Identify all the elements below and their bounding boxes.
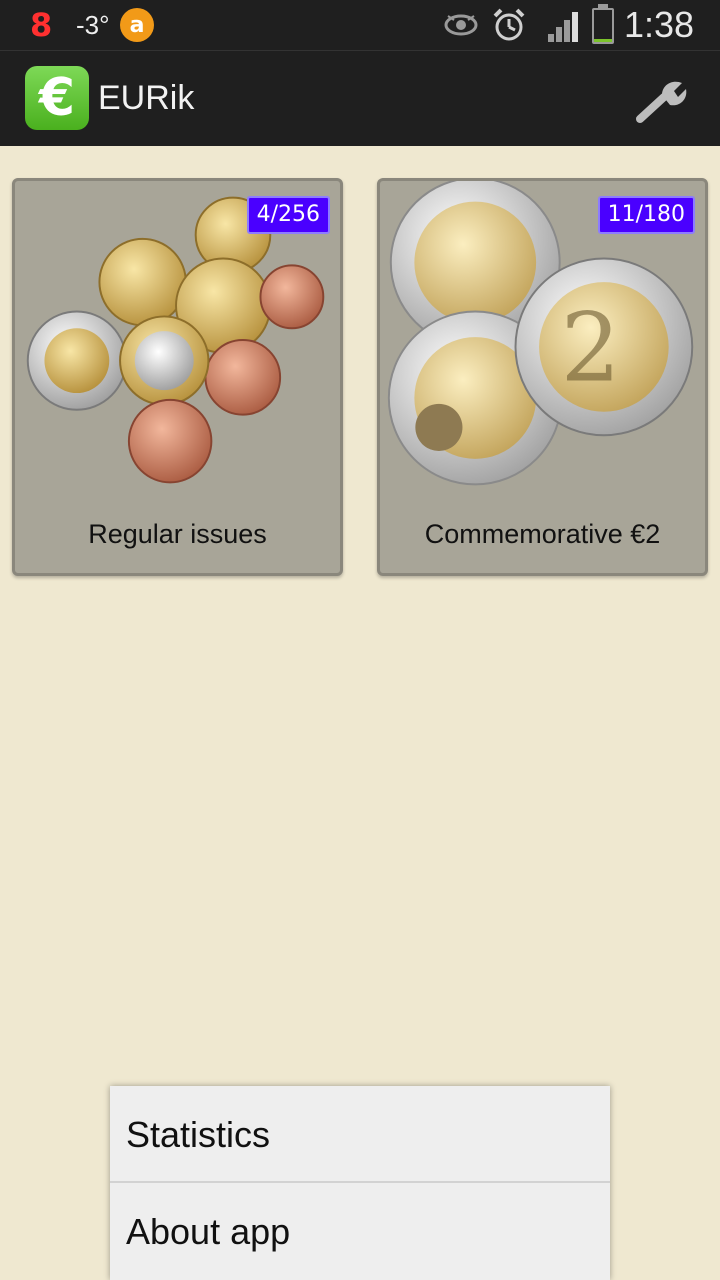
temperature: -3° <box>76 10 110 40</box>
notification-number: 8 <box>30 6 53 44</box>
svg-text:2: 2 <box>561 294 621 403</box>
signal-icon <box>548 12 578 42</box>
app-title: EURik <box>98 79 195 117</box>
eye-icon <box>444 14 478 36</box>
collection-count-badge: 11/180 <box>597 196 695 234</box>
notification-app-icon: a <box>120 8 154 42</box>
action-bar: € EURik <box>0 50 720 146</box>
wrench-icon[interactable] <box>634 75 690 125</box>
options-menu: Statistics About app <box>110 1086 610 1280</box>
commemorative-card[interactable]: 2 11/180 Commemorative €2 <box>377 178 708 576</box>
card-label: Commemorative €2 <box>424 519 661 549</box>
regular-issues-card[interactable]: 4/256 Regular issues <box>12 178 343 576</box>
card-label: Regular issues <box>88 519 267 549</box>
euro-logo-icon[interactable]: € <box>25 66 89 130</box>
collection-count-badge: 4/256 <box>246 196 330 234</box>
menu-item-statistics[interactable]: Statistics <box>110 1086 610 1183</box>
battery-icon <box>592 4 614 44</box>
alarm-icon <box>493 8 525 41</box>
clock: 1:38 <box>624 4 695 45</box>
status-bar: 8 -3° a 1:38 <box>0 0 720 50</box>
menu-item-about-app[interactable]: About app <box>110 1183 610 1280</box>
